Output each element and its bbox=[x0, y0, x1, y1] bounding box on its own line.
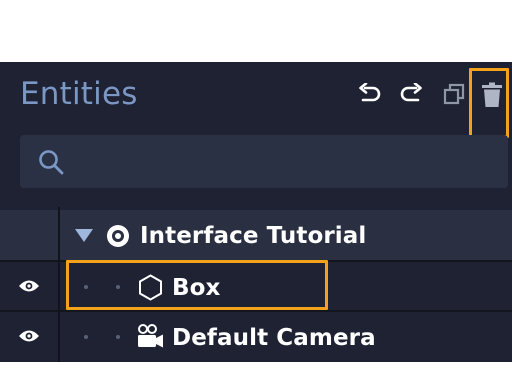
tree-root-label: Interface Tutorial bbox=[140, 223, 367, 249]
panel-title: Entities bbox=[20, 76, 138, 112]
redo-button[interactable] bbox=[396, 80, 426, 110]
box-row-highlight bbox=[66, 260, 328, 310]
search-input[interactable] bbox=[80, 135, 494, 190]
expand-triangle-icon[interactable] bbox=[75, 229, 93, 243]
duplicate-icon bbox=[443, 83, 465, 105]
eye-icon[interactable] bbox=[18, 329, 40, 343]
search-icon bbox=[39, 150, 64, 175]
search-field[interactable] bbox=[20, 135, 508, 190]
tree-indent-dot bbox=[116, 335, 120, 339]
visibility-gutter-divider bbox=[58, 207, 60, 362]
tree-indent-dot bbox=[84, 335, 88, 339]
redo-icon bbox=[400, 83, 422, 102]
entities-panel: Entities Interface Tutorial Box Default … bbox=[0, 62, 512, 362]
delete-button-highlight bbox=[469, 68, 509, 138]
camera-icon bbox=[138, 324, 163, 348]
tree-root-row[interactable]: Interface Tutorial bbox=[0, 210, 512, 260]
tree-item-label: Default Camera bbox=[172, 325, 376, 351]
eye-icon[interactable] bbox=[18, 279, 40, 293]
undo-icon bbox=[359, 83, 381, 102]
duplicate-button[interactable] bbox=[439, 80, 469, 110]
scene-icon bbox=[107, 225, 129, 247]
undo-button[interactable] bbox=[355, 80, 385, 110]
tree-row-default-camera[interactable]: Default Camera bbox=[0, 312, 512, 362]
